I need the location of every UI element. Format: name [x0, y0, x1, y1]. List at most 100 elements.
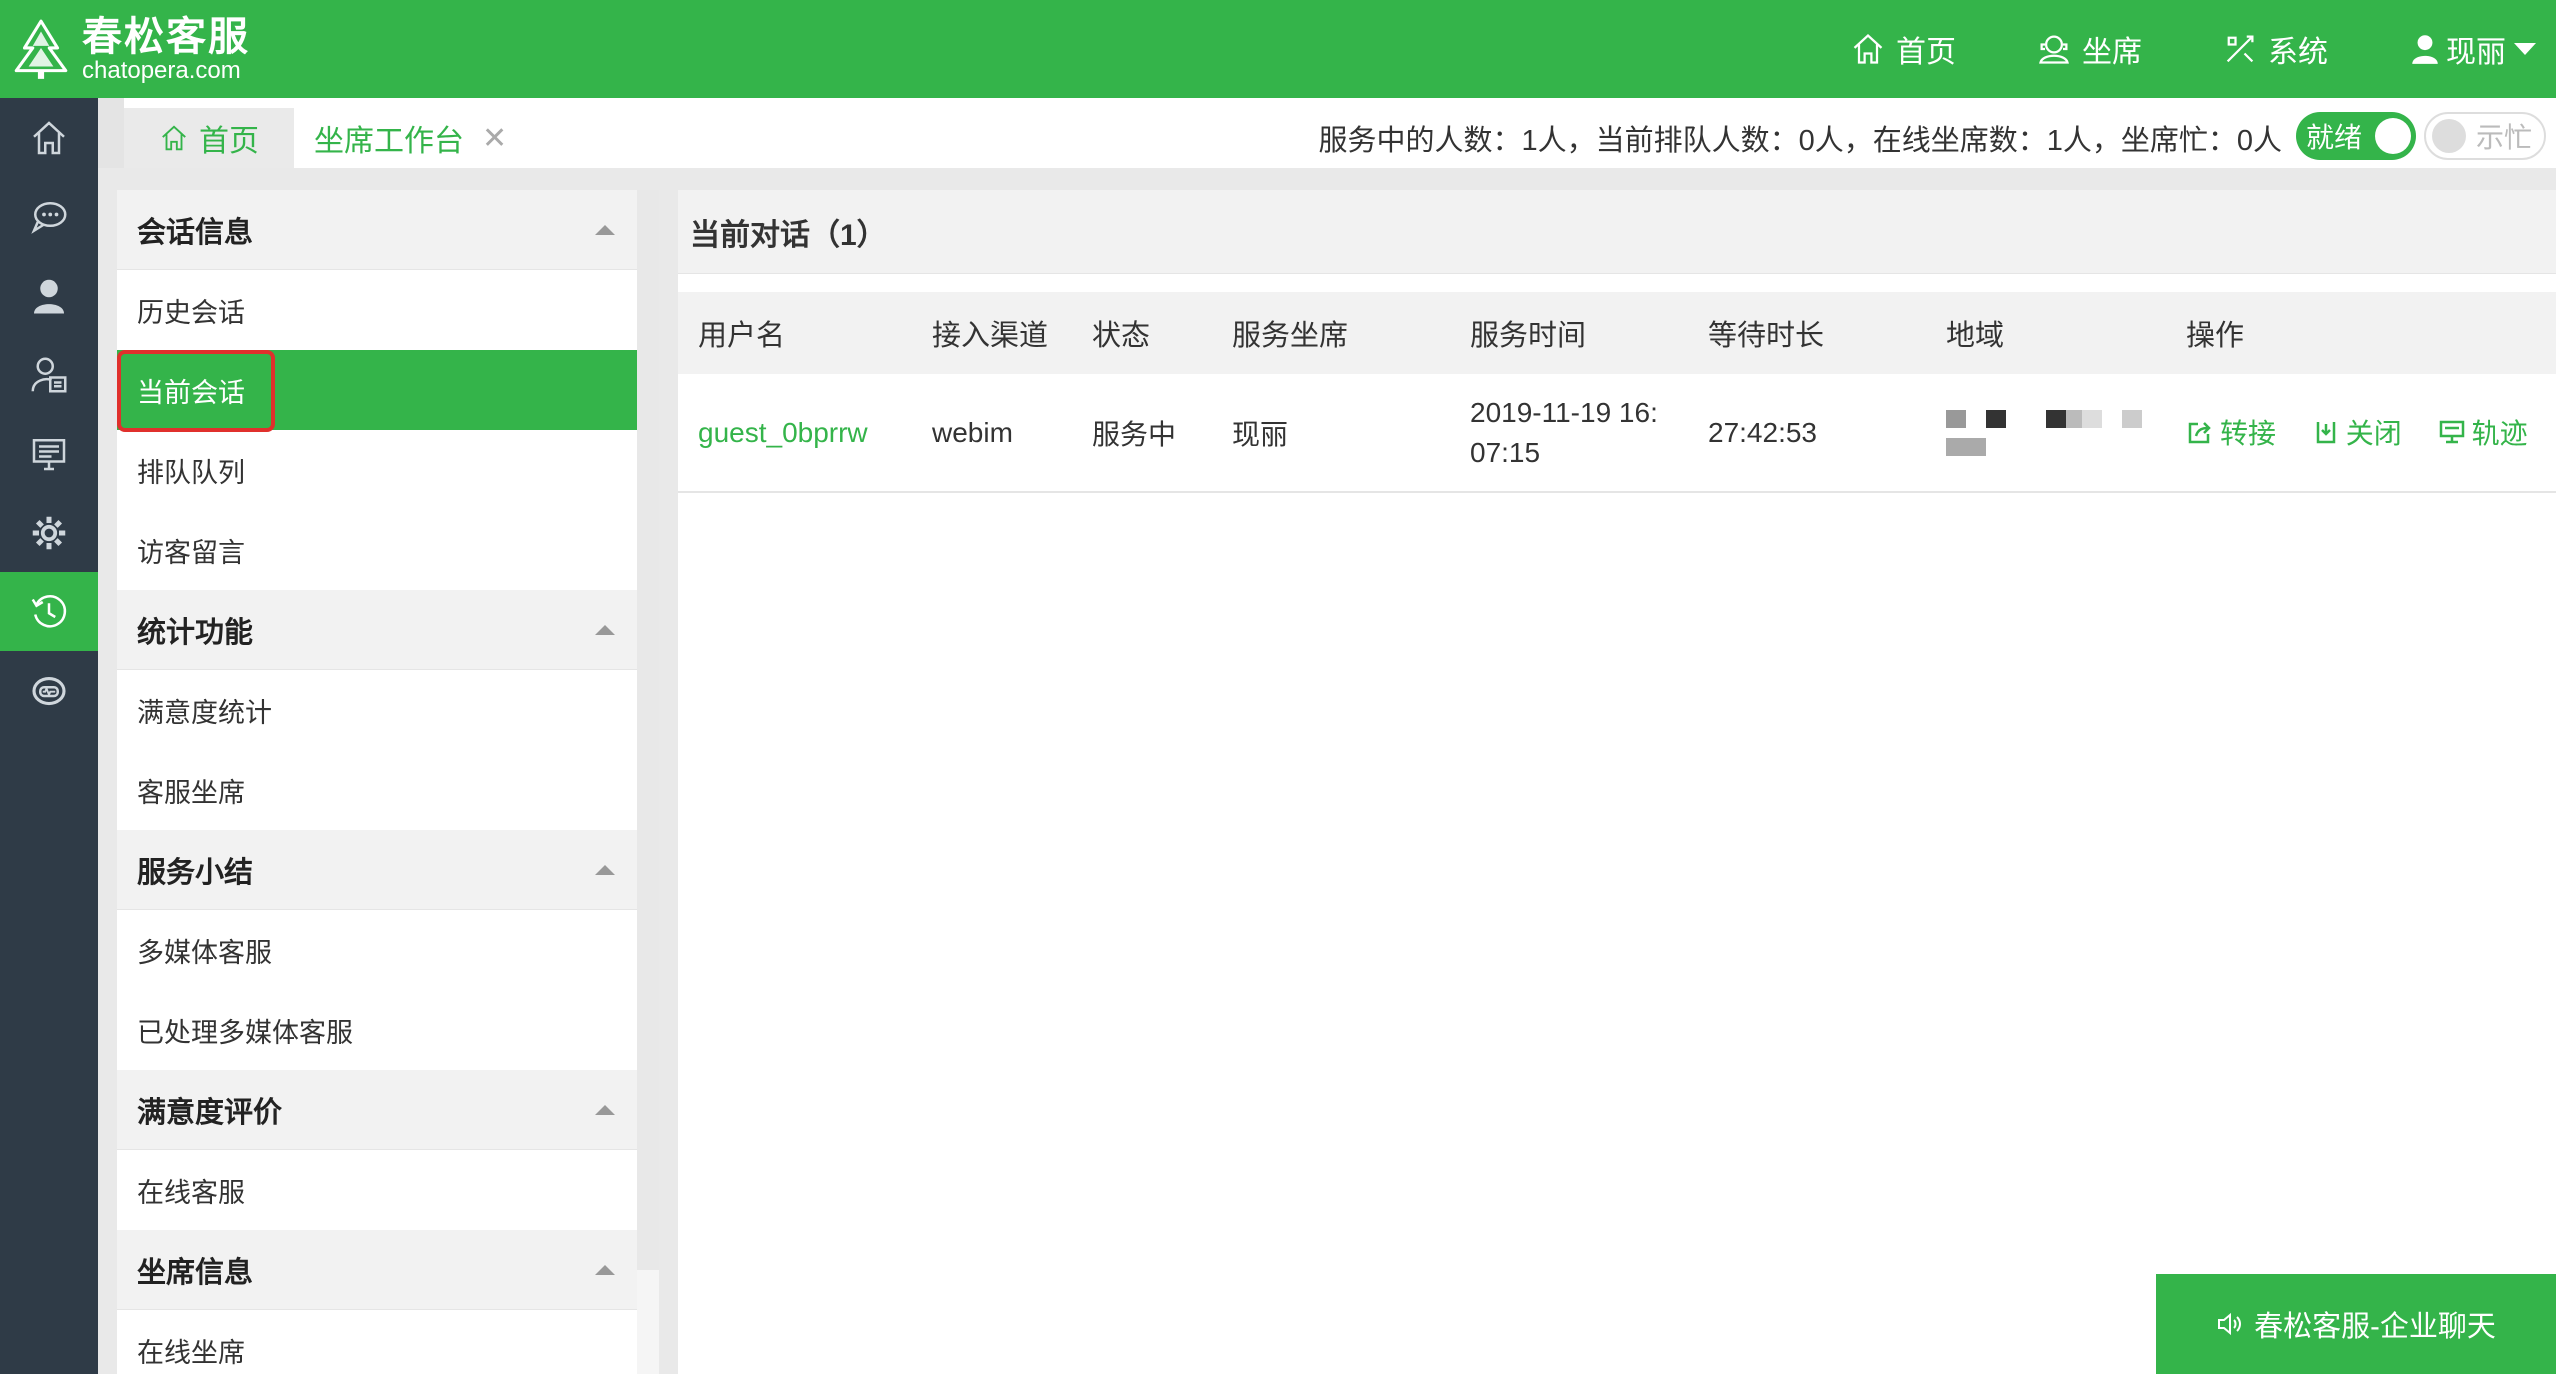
close-session-button[interactable]: 关闭 — [2312, 412, 2402, 452]
speaker-icon — [2218, 1312, 2242, 1336]
tab-workbench-label: 坐席工作台 — [314, 125, 464, 158]
menu-group-statistics[interactable]: 统计功能 — [117, 590, 637, 670]
close-label: 关闭 — [2345, 418, 2402, 449]
menu-group-agent-info[interactable]: 坐席信息 — [117, 1230, 637, 1310]
close-icon[interactable]: ✕ — [482, 121, 507, 156]
menu-item-satisfaction-stats[interactable]: 满意度统计 — [117, 670, 637, 750]
transfer-label: 转接 — [2220, 418, 2277, 449]
pine-tree-logo-icon — [14, 19, 68, 79]
chevron-up-icon — [595, 864, 615, 875]
top-header: 春松客服 chatopera.com 首页 坐席 系统 现丽 — [0, 0, 2556, 98]
ready-toggle[interactable]: 就绪 — [2296, 112, 2416, 160]
logo[interactable]: 春松客服 chatopera.com — [8, 14, 250, 86]
chevron-down-icon — [2514, 43, 2536, 55]
home-icon — [1853, 33, 1883, 64]
side-menu: 会话信息 历史会话 当前会话 排队队列 访客留言 统计功能 满意度统计 客服坐席… — [117, 190, 637, 1374]
menu-item-processed-multimedia[interactable]: 已处理多媒体客服 — [117, 990, 637, 1070]
leftbar-contacts[interactable] — [0, 335, 98, 414]
busy-label: 示忙 — [2476, 122, 2533, 153]
nav-agent-label: 坐席 — [2082, 36, 2142, 69]
service-time-line: 07:15 — [1470, 436, 1541, 468]
home-icon — [33, 120, 65, 154]
tools-icon — [2226, 35, 2254, 63]
leftbar-settings[interactable] — [0, 493, 98, 572]
history-icon — [31, 594, 67, 627]
content-title: 当前对话（1） — [678, 190, 2556, 274]
region-cell — [1926, 374, 2166, 493]
service-time-line: 2019-11-19 16: — [1470, 396, 1658, 428]
toggle-knob — [2375, 118, 2411, 154]
service-time-cell: 2019-11-19 16: 07:15 — [1450, 374, 1688, 493]
username-link[interactable]: guest_0bprrw — [678, 374, 912, 493]
leftbar-history[interactable] — [0, 572, 98, 651]
logo-subtitle: chatopera.com — [82, 57, 241, 84]
busy-toggle[interactable]: 示忙 — [2424, 112, 2546, 160]
table-header-row: 用户名 接入渠道 状态 服务坐席 服务时间 等待时长 地域 操作 — [678, 292, 2556, 374]
user-icon — [34, 279, 64, 313]
menu-item-queue[interactable]: 排队队列 — [117, 430, 637, 510]
ready-label: 就绪 — [2306, 122, 2363, 153]
exit-icon — [2316, 422, 2336, 444]
menu-group-title: 会话信息 — [137, 216, 254, 249]
gear-icon — [32, 516, 66, 549]
menu-item-visitor-messages[interactable]: 访客留言 — [117, 510, 637, 590]
nav-home[interactable]: 首页 — [1850, 27, 1956, 71]
leftbar-home[interactable] — [0, 98, 98, 177]
user-menu[interactable]: 现丽 — [2408, 27, 2536, 71]
leftbar-robot[interactable] — [0, 651, 98, 730]
monitor-icon — [32, 438, 66, 470]
column-header: 操作 — [2186, 320, 2245, 352]
menu-group-title: 坐席信息 — [137, 1256, 254, 1289]
track-button[interactable]: 轨迹 — [2438, 412, 2528, 452]
left-icon-bar — [0, 98, 98, 1374]
actions-cell: 转接 关闭 轨迹 — [2166, 374, 2556, 493]
menu-item-online-service[interactable]: 在线客服 — [117, 1150, 637, 1230]
leftbar-user[interactable] — [0, 256, 98, 335]
agent-cell: 现丽 — [1212, 374, 1450, 493]
chat-bar-label: 春松客服-企业聊天 — [2254, 1311, 2496, 1343]
user-name: 现丽 — [2446, 36, 2506, 69]
column-header: 接入渠道 — [932, 320, 1049, 352]
menu-item-history-sessions[interactable]: 历史会话 — [117, 270, 637, 350]
tab-agent-workbench[interactable]: 坐席工作台 ✕ — [294, 108, 527, 168]
chat-icon — [31, 201, 67, 234]
menu-group-title: 服务小结 — [137, 856, 254, 889]
toggle-knob — [2432, 119, 2466, 153]
menu-group-service-summary[interactable]: 服务小结 — [117, 830, 637, 910]
nav-system[interactable]: 系统 — [2222, 27, 2328, 71]
service-status-summary: 服务中的人数：1人，当前排队人数：0人，在线坐席数：1人，坐席忙：0人 — [1318, 125, 2282, 157]
column-header: 服务时间 — [1470, 320, 1587, 352]
contacts-icon — [31, 357, 67, 392]
menu-group-title: 统计功能 — [137, 616, 254, 649]
redacted-region-image — [1946, 409, 2166, 456]
menu-item-current-sessions[interactable]: 当前会话 — [117, 350, 637, 430]
column-header: 等待时长 — [1708, 320, 1825, 352]
logo-title: 春松客服 — [82, 15, 250, 59]
tab-home[interactable]: 首页 — [124, 108, 294, 168]
menu-item-agent-stats[interactable]: 客服坐席 — [117, 750, 637, 830]
leftbar-chat[interactable] — [0, 177, 98, 256]
enterprise-chat-bar[interactable]: 春松客服-企业聊天 — [2156, 1274, 2556, 1374]
leftbar-monitor[interactable] — [0, 414, 98, 493]
transfer-button[interactable]: 转接 — [2186, 412, 2276, 452]
column-header: 用户名 — [698, 320, 786, 352]
menu-group-session-info[interactable]: 会话信息 — [117, 190, 637, 270]
wait-duration-cell: 27:42:53 — [1688, 374, 1926, 493]
chevron-up-icon — [595, 1104, 615, 1115]
menu-item-online-agents[interactable]: 在线坐席 — [117, 1310, 637, 1374]
nav-system-label: 系统 — [2268, 36, 2328, 69]
chevron-up-icon — [595, 1264, 615, 1275]
robot-icon — [32, 676, 66, 705]
user-icon — [2412, 35, 2438, 64]
nav-agent[interactable]: 坐席 — [2036, 27, 2142, 71]
channel-cell: webim — [912, 374, 1072, 493]
scrollbar-thumb[interactable] — [637, 190, 659, 1270]
sessions-table: 用户名 接入渠道 状态 服务坐席 服务时间 等待时长 地域 操作 guest_0… — [678, 292, 2556, 493]
menu-item-multimedia-service[interactable]: 多媒体客服 — [117, 910, 637, 990]
menu-group-satisfaction-rating[interactable]: 满意度评价 — [117, 1070, 637, 1150]
top-nav: 首页 坐席 系统 现丽 — [1770, 0, 2556, 98]
chevron-up-icon — [595, 224, 615, 235]
agent-icon — [2039, 35, 2069, 64]
column-header: 地域 — [1946, 320, 2005, 352]
track-label: 轨迹 — [2471, 418, 2528, 449]
